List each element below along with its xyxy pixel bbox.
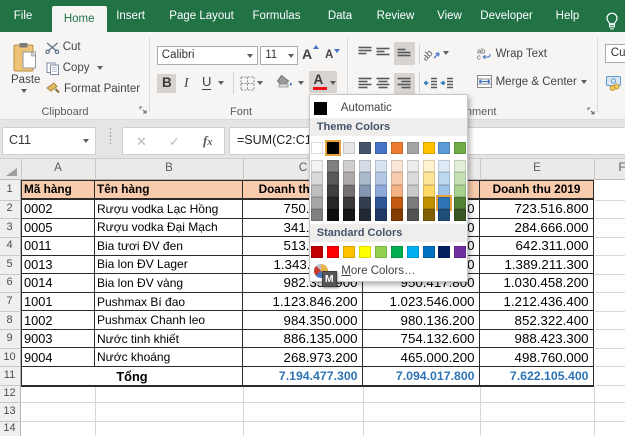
- svg-text:ab: ab: [424, 47, 436, 61]
- svg-text:c: c: [477, 53, 481, 61]
